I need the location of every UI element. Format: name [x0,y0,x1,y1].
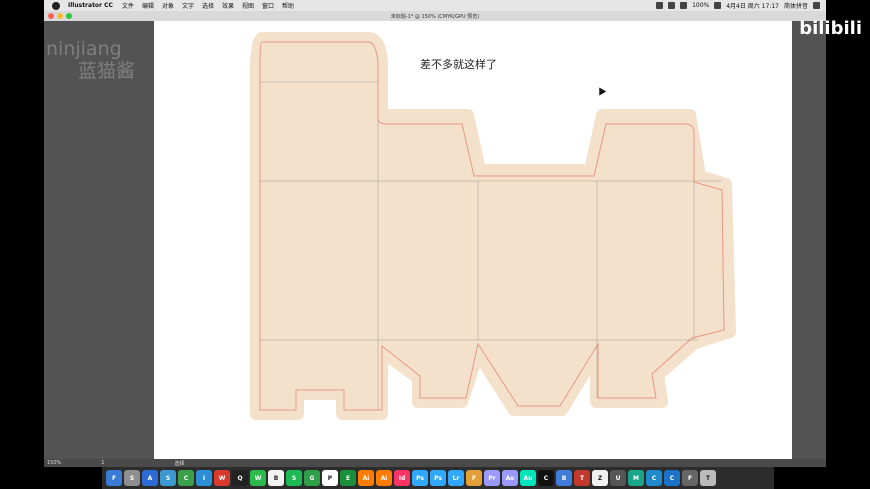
dock-app-icon[interactable]: Lr [448,470,464,486]
dock-app-icon[interactable]: A [142,470,158,486]
menu-item-edit[interactable]: 编辑 [142,1,154,10]
dock-app-icon[interactable]: F [106,470,122,486]
battery-icon[interactable] [714,2,722,9]
minimize-window-button[interactable] [57,13,63,19]
menu-item-type[interactable]: 文字 [182,1,194,10]
dock-app-icon[interactable]: U [610,470,626,486]
zoom-level[interactable]: 150% [47,460,61,466]
box-dieline[interactable] [154,21,792,459]
dock-app-icon[interactable]: Ai [358,470,374,486]
dock-app-icon[interactable]: Q [232,470,248,486]
menu-item-object[interactable]: 对象 [162,1,174,10]
dock-app-icon[interactable]: E [340,470,356,486]
menu-status-area: 100% 4月4日 周六 17:17 简体拼音 [656,1,826,10]
watermark-line-2: 蓝猫酱 [78,60,136,82]
bilibili-logo: bilibili [799,18,862,39]
menu-item-window[interactable]: 窗口 [262,1,274,10]
dock-app-icon[interactable]: Ps [412,470,428,486]
dock-app-icon[interactable]: B [556,470,572,486]
dock-app-icon[interactable]: Z [592,470,608,486]
status-bar: 150% 1 选择 [44,459,826,467]
input-method[interactable]: 简体拼音 [784,1,808,10]
dock-app-icon[interactable]: C [538,470,554,486]
dock-app-icon[interactable]: T [574,470,590,486]
dock-app-icon[interactable]: Id [394,470,410,486]
dock-app-icon[interactable]: C [178,470,194,486]
dock-app-icon[interactable]: Ae [502,470,518,486]
volume-icon[interactable] [680,2,688,9]
current-tool: 选择 [174,460,185,467]
dock-app-icon[interactable]: T [700,470,716,486]
dock-app-icon[interactable]: S [286,470,302,486]
dock-app-icon[interactable]: S [160,470,176,486]
left-workspace [44,21,154,459]
dock-app-icon[interactable]: W [250,470,266,486]
dock-app-icon[interactable]: C [646,470,662,486]
menu-item-effect[interactable]: 效果 [222,1,234,10]
zoom-window-button[interactable] [66,13,72,19]
battery-text: 100% [692,2,710,9]
dock-app-icon[interactable]: Ai [376,470,392,486]
menu-item-help[interactable]: 帮助 [282,1,294,10]
dock-app-icon[interactable]: W [214,470,230,486]
dock-app-icon[interactable]: Au [520,470,536,486]
wifi-icon[interactable] [668,2,676,9]
dock: F S A S C I W Q W B S G P E Ai Ai Id Ps Ps Lr F Pr Ae Au C B T Z U M C… [102,467,774,489]
dock-app-icon[interactable]: F [682,470,698,486]
dock-app-icon[interactable]: M [628,470,644,486]
dock-app-icon[interactable]: G [304,470,320,486]
menu-item-view[interactable]: 视图 [242,1,254,10]
record-icon[interactable] [656,2,664,9]
right-workspace [792,21,826,459]
apple-icon[interactable] [52,1,60,10]
dock-app-icon[interactable]: C [664,470,680,486]
spotlight-icon[interactable] [813,2,820,9]
watermark-line-1: ninjiang [46,38,122,60]
dock-app-icon[interactable]: B [268,470,284,486]
dock-app-icon[interactable]: I [196,470,212,486]
menu-item-file[interactable]: 文件 [122,1,134,10]
menu-item-select[interactable]: 选择 [202,1,214,10]
dock-app-icon[interactable]: Pr [484,470,500,486]
artboard[interactable]: 差不多就这样了 [154,21,792,459]
close-window-button[interactable] [48,13,54,19]
artboard-number[interactable]: 1 [101,460,104,466]
dieline-bleed [250,32,736,420]
menu-bar: Illustrator CC 文件 编辑 对象 文字 选择 效果 视图 窗口 帮… [44,0,826,11]
window-title: 未标题-1* @ 150% (CMYK/GPU 预览) [390,13,480,20]
clock-text[interactable]: 4月4日 周六 17:17 [726,1,779,10]
dock-app-icon[interactable]: S [124,470,140,486]
channel-watermark: ninjiang 蓝猫酱 [46,38,135,82]
dock-app-icon[interactable]: Ps [430,470,446,486]
canvas-note-text: 差不多就这样了 [420,58,497,71]
dock-app-icon[interactable]: F [466,470,482,486]
dock-app-icon[interactable]: P [322,470,338,486]
menu-app-name[interactable]: Illustrator CC [68,2,113,9]
